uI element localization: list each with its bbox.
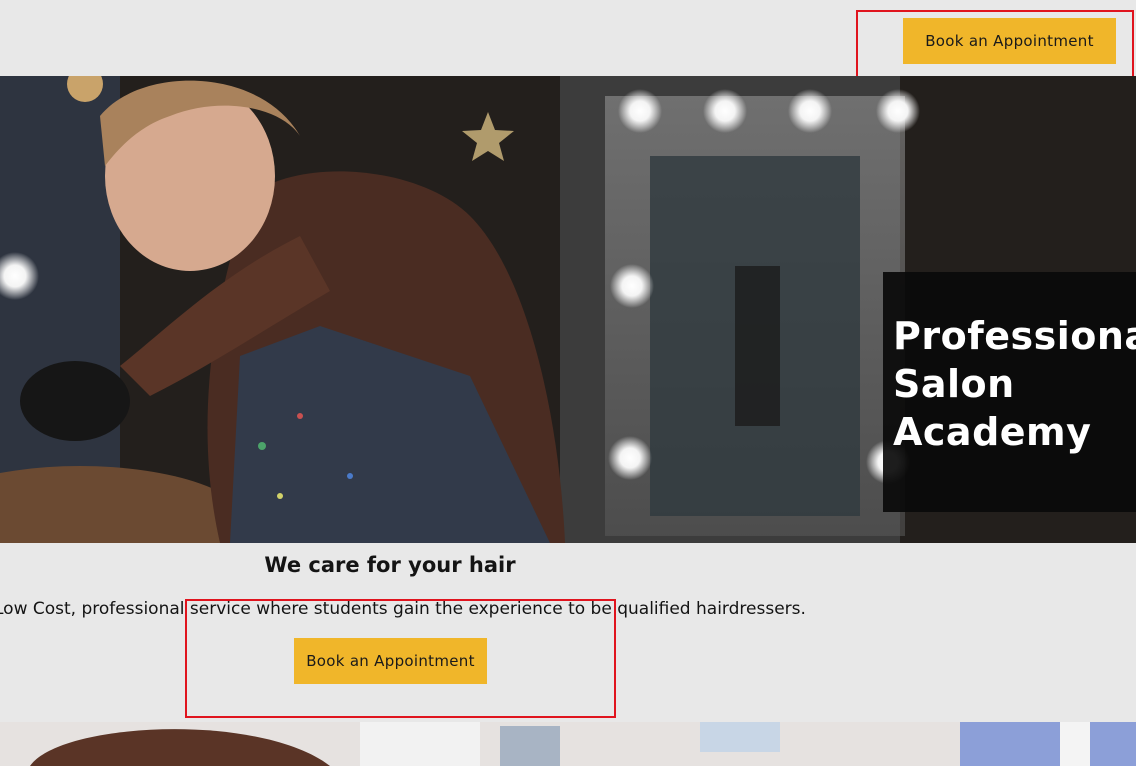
hero-title-box: Professional Salon Academy [883,272,1136,512]
header-book-appointment-button[interactable]: Book an Appointment [903,18,1116,64]
salon-interior-photo [0,722,1136,766]
hero-title: Professional Salon Academy [893,314,1136,454]
section-description: Low Cost, professional service where stu… [0,599,806,619]
bottom-photo-strip [0,722,1136,766]
intro-section: We care for your hair Low Cost, professi… [0,543,1136,722]
content-book-appointment-button[interactable]: Book an Appointment [294,638,487,684]
hero-banner: Professional Salon Academy [0,76,1136,543]
site-header: Book an Appointment [0,0,1136,76]
section-subtitle: We care for your hair [264,553,516,577]
